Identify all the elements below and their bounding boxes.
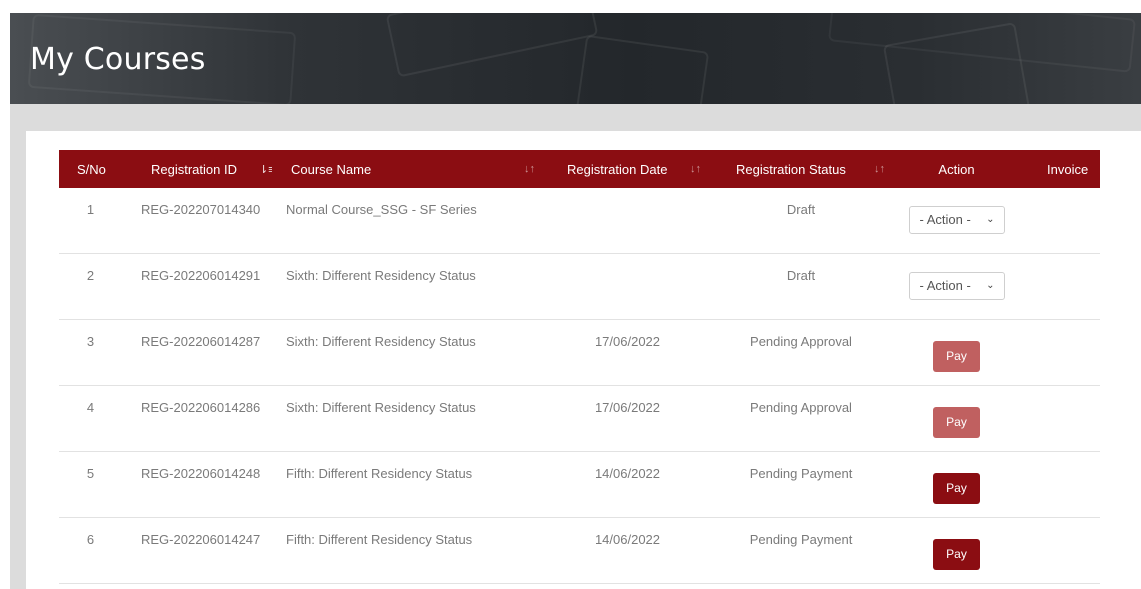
table-row: 1 REG-202207014340 Normal Course_SSG - S… <box>59 188 1100 254</box>
column-header-label: Registration Date <box>567 161 668 177</box>
table-row: 5 REG-202206014248 Fifth: Different Resi… <box>59 451 1100 518</box>
table-header-row: S/No Registration ID ⇂≡ Course Name ↓↑ R… <box>59 150 1100 188</box>
cell-sn: 3 <box>59 319 122 386</box>
cell-invoice <box>1022 517 1100 584</box>
page-title: My Courses <box>30 42 206 77</box>
cell-registration-date: 14/06/2022 <box>544 451 711 518</box>
cell-invoice <box>1022 253 1100 320</box>
chevron-down-icon: ⌄ <box>986 280 995 291</box>
cell-registration-id: REG-202206014291 <box>122 253 272 320</box>
pay-button[interactable]: Pay <box>933 539 980 570</box>
sort-icon[interactable]: ↓↑ <box>690 163 701 175</box>
column-header-registration-status[interactable]: Registration Status ↓↑ <box>711 150 891 188</box>
cell-registration-id: REG-202206014286 <box>122 385 272 452</box>
cell-invoice <box>1022 188 1100 254</box>
cell-registration-id: REG-202206014248 <box>122 451 272 518</box>
action-select[interactable]: - Action - ⌄ <box>908 272 1005 300</box>
cell-sn: 5 <box>59 451 122 518</box>
sort-icon[interactable]: ↓↑ <box>524 163 535 175</box>
action-select-value: - Action - <box>919 278 971 293</box>
cell-course-name: Normal Course_SSG - SF Series <box>272 188 544 254</box>
cell-registration-status: Pending Approval <box>711 319 891 386</box>
column-header-registration-id[interactable]: Registration ID ⇂≡ <box>122 150 275 188</box>
table-row: 6 REG-202206014247 Fifth: Different Resi… <box>59 517 1100 584</box>
cell-invoice <box>1022 319 1100 386</box>
column-header-label: Course Name <box>291 161 372 177</box>
cell-registration-id: REG-202206014247 <box>122 517 272 584</box>
cell-course-name: Fifth: Different Residency Status <box>272 451 544 518</box>
cell-action: Pay <box>891 319 1022 386</box>
pay-button[interactable]: Pay <box>933 407 980 438</box>
sort-icon[interactable]: ↓↑ <box>874 163 885 175</box>
action-select-value: - Action - <box>919 212 971 227</box>
cell-registration-status: Draft <box>711 253 891 320</box>
cell-invoice <box>1022 451 1100 518</box>
column-header-course-name[interactable]: Course Name ↓↑ <box>272 150 544 188</box>
cell-course-name: Fifth: Different Residency Status <box>272 517 544 584</box>
cell-action: Pay <box>891 517 1022 584</box>
cell-registration-date <box>544 188 711 254</box>
table-row: 3 REG-202206014287 Sixth: Different Resi… <box>59 319 1100 386</box>
cell-registration-status: Pending Payment <box>711 517 891 584</box>
cell-sn: 1 <box>59 188 122 254</box>
cell-course-name: Sixth: Different Residency Status <box>272 385 544 452</box>
cell-sn: 6 <box>59 517 122 584</box>
table-row: 4 REG-202206014286 Sixth: Different Resi… <box>59 385 1100 452</box>
cell-course-name: Sixth: Different Residency Status <box>272 319 544 386</box>
cell-registration-date <box>544 253 711 320</box>
column-header-sn[interactable]: S/No <box>59 150 122 188</box>
pay-button[interactable]: Pay <box>933 473 980 504</box>
courses-table: S/No Registration ID ⇂≡ Course Name ↓↑ R… <box>59 150 1100 584</box>
action-select[interactable]: - Action - ⌄ <box>908 206 1005 234</box>
column-header-label: Registration ID <box>151 161 237 177</box>
cell-action: Pay <box>891 385 1022 452</box>
cell-registration-status: Pending Payment <box>711 451 891 518</box>
cell-invoice <box>1022 385 1100 452</box>
column-header-action: Action <box>891 150 1022 188</box>
cell-registration-date: 17/06/2022 <box>544 385 711 452</box>
cell-sn: 4 <box>59 385 122 452</box>
cell-registration-id: REG-202207014340 <box>122 188 272 254</box>
column-header-registration-date[interactable]: Registration Date ↓↑ <box>544 150 711 188</box>
cell-sn: 2 <box>59 253 122 320</box>
column-header-label: Registration Status <box>736 161 846 177</box>
cell-course-name: Sixth: Different Residency Status <box>272 253 544 320</box>
cell-action: Pay <box>891 451 1022 518</box>
cell-registration-date: 14/06/2022 <box>544 517 711 584</box>
cell-action: - Action - ⌄ <box>891 253 1022 320</box>
cell-registration-status: Draft <box>711 188 891 254</box>
pay-button[interactable]: Pay <box>933 341 980 372</box>
chevron-down-icon: ⌄ <box>986 214 995 225</box>
cell-registration-date: 17/06/2022 <box>544 319 711 386</box>
column-header-invoice: Invoice <box>1022 150 1100 188</box>
cell-registration-status: Pending Approval <box>711 385 891 452</box>
column-header-label: S/No <box>77 161 106 177</box>
table-row: 2 REG-202206014291 Sixth: Different Resi… <box>59 253 1100 320</box>
column-header-label: Action <box>938 161 975 177</box>
cell-registration-id: REG-202206014287 <box>122 319 272 386</box>
cell-action: - Action - ⌄ <box>891 188 1022 254</box>
column-header-label: Invoice <box>1047 161 1089 177</box>
